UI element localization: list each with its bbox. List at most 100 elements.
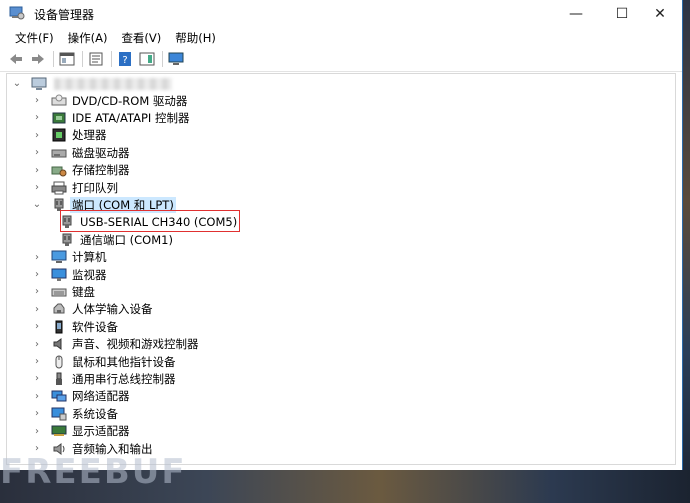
svg-text:?: ? [122, 55, 127, 66]
tree-item-label: 鼠标和其他指针设备 [72, 354, 176, 369]
tree-child-item[interactable]: 通信端口 (COM1) [49, 231, 175, 248]
chevron-right-icon[interactable]: › [31, 129, 43, 141]
tree-item-label: 通用串行总线控制器 [72, 371, 176, 386]
system-device-icon [51, 407, 67, 421]
printer-icon [51, 181, 67, 195]
ide-controller-icon [51, 111, 67, 125]
tree-category-item[interactable]: › 软件设备 [31, 318, 120, 335]
properties-icon[interactable] [87, 50, 105, 68]
tree-category-item[interactable]: › IDE ATA/ATAPI 控制器 [31, 109, 191, 126]
menu-action[interactable]: 操作(A) [61, 27, 115, 47]
chevron-right-icon[interactable]: › [31, 303, 43, 315]
chevron-right-icon[interactable]: › [31, 373, 43, 385]
title-bar: 设备管理器 — ☐ ✕ [0, 0, 682, 27]
tree-category-item[interactable]: › 监视器 [31, 266, 109, 283]
network-icon [51, 389, 67, 403]
chevron-right-icon[interactable]: › [31, 182, 43, 194]
desktop-background-right [683, 0, 690, 503]
chevron-right-icon[interactable]: › [31, 286, 43, 298]
tree-item-label: 显示适配器 [72, 424, 130, 439]
back-icon[interactable] [7, 50, 25, 68]
chevron-down-icon[interactable]: ⌄ [11, 78, 23, 90]
tree-category-item[interactable]: › 网络适配器 [31, 388, 132, 405]
tree-item-label: 键盘 [72, 284, 95, 299]
chevron-right-icon[interactable]: › [31, 356, 43, 368]
tree-category-item[interactable]: › 处理器 [31, 127, 109, 144]
freebuf-watermark: FREEBUF [0, 452, 187, 492]
chevron-down-icon[interactable]: ⌄ [31, 199, 43, 211]
tree-item-label: 系统设备 [72, 406, 118, 421]
tree-item-label: DVD/CD-ROM 驱动器 [72, 93, 188, 108]
tree-item-label: 人体学输入设备 [72, 302, 153, 317]
help-icon[interactable]: ? [116, 50, 134, 68]
chevron-right-icon[interactable]: › [31, 390, 43, 402]
chevron-right-icon[interactable]: › [31, 269, 43, 281]
tree-category-item[interactable]: › 系统设备 [31, 405, 120, 422]
chevron-right-icon[interactable]: › [31, 164, 43, 176]
tree-item-label: 磁盘驱动器 [72, 145, 130, 160]
show-hide-console-tree-icon[interactable] [58, 50, 76, 68]
toolbar-separator [111, 51, 112, 67]
device-manager-window: 设备管理器 — ☐ ✕ 文件(F) 操作(A) 查看(V) 帮助(H) ? ⌄ … [0, 0, 683, 492]
chevron-right-icon[interactable]: › [31, 425, 43, 437]
mouse-icon [51, 355, 67, 369]
chevron-right-icon[interactable]: › [31, 251, 43, 263]
chevron-right-icon[interactable]: › [31, 338, 43, 350]
port-icon [59, 233, 75, 247]
minimize-button[interactable]: — [553, 0, 599, 27]
software-device-icon [51, 320, 67, 334]
tree-category-item[interactable]: › 计算机 [31, 249, 109, 266]
monitor-icon [51, 268, 67, 282]
keyboard-icon [51, 285, 67, 299]
tree-item-label: IDE ATA/ATAPI 控制器 [72, 110, 190, 125]
device-tree: ⌄ › DVD/CD-ROM 驱动器 › IDE ATA/ATAPI 控制器 › 处理器 ›… [6, 73, 676, 465]
toolbar-separator [162, 51, 163, 67]
tree-item-label: 存储控制器 [72, 163, 130, 178]
chevron-right-icon[interactable]: › [31, 147, 43, 159]
tree-item-label: 通信端口 (COM1) [80, 232, 173, 247]
computer-root-icon [31, 77, 47, 91]
tree-category-item[interactable]: › DVD/CD-ROM 驱动器 [31, 92, 189, 109]
dvd-drive-icon [51, 94, 67, 108]
tree-item-label: 软件设备 [72, 319, 118, 334]
close-button[interactable]: ✕ [637, 0, 683, 27]
tree-item-label: 处理器 [72, 128, 107, 143]
storage-controller-icon [51, 163, 67, 177]
annotation-highlight-box [60, 210, 240, 232]
usb-icon [51, 372, 67, 386]
chevron-right-icon[interactable]: › [31, 321, 43, 333]
toolbar-separator [53, 51, 54, 67]
tree-category-item[interactable]: › 声音、视频和游戏控制器 [31, 336, 201, 353]
chevron-right-icon[interactable]: › [31, 95, 43, 107]
menu-file[interactable]: 文件(F) [8, 27, 61, 47]
menu-view[interactable]: 查看(V) [114, 27, 168, 47]
tree-category-item[interactable]: › 人体学输入设备 [31, 301, 155, 318]
computer-name-redacted [54, 77, 172, 90]
tree-category-item[interactable]: › 通用串行总线控制器 [31, 370, 178, 387]
menu-bar: 文件(F) 操作(A) 查看(V) 帮助(H) [0, 27, 682, 47]
tree-category-item[interactable]: › 打印队列 [31, 179, 120, 196]
chevron-right-icon[interactable]: › [31, 408, 43, 420]
tree-category-item[interactable]: › 存储控制器 [31, 162, 132, 179]
chevron-right-icon[interactable]: › [31, 112, 43, 124]
tree-item-label: 监视器 [72, 267, 107, 282]
tree-root[interactable]: ⌄ [11, 75, 172, 92]
tree-item-label: 网络适配器 [72, 389, 130, 404]
scan-hardware-icon[interactable] [167, 50, 185, 68]
action-pane-icon[interactable] [138, 50, 156, 68]
toolbar: ? [0, 47, 682, 72]
menu-help[interactable]: 帮助(H) [168, 27, 223, 47]
tree-item-label: 计算机 [72, 250, 107, 265]
tree-category-item[interactable]: › 显示适配器 [31, 423, 132, 440]
tree-category-item[interactable]: › 磁盘驱动器 [31, 144, 132, 161]
tree-category-item[interactable]: › 鼠标和其他指针设备 [31, 353, 178, 370]
processor-icon [51, 128, 67, 142]
device-manager-app-icon [9, 6, 25, 20]
tree-category-item[interactable]: › 键盘 [31, 283, 97, 300]
display-adapter-icon [51, 424, 67, 438]
forward-icon[interactable] [29, 50, 47, 68]
tree-item-label: 打印队列 [72, 180, 118, 195]
window-title: 设备管理器 [34, 8, 95, 22]
disk-drive-icon [51, 146, 67, 160]
computer-icon [51, 250, 67, 264]
